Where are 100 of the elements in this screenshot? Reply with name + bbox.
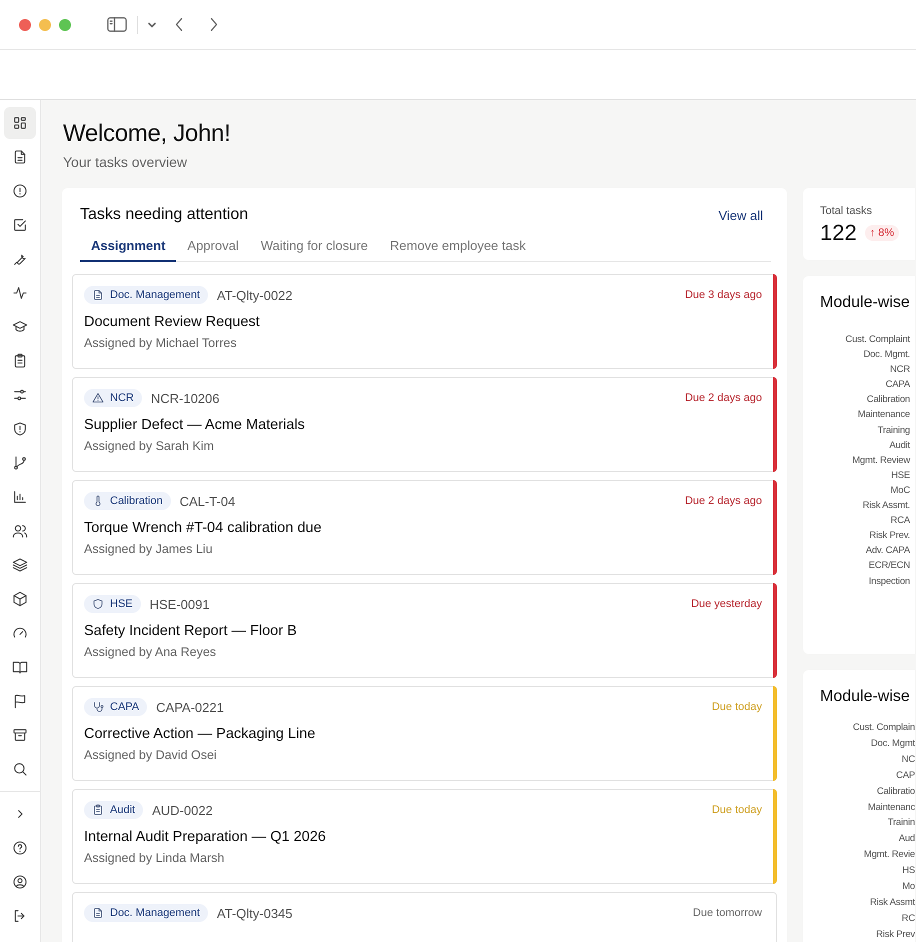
tab[interactable]: Approval <box>176 238 250 262</box>
axis-label: CAP <box>896 768 915 783</box>
axis-label: Cust. Complaint <box>845 333 910 347</box>
module-name: NCR <box>110 392 134 404</box>
axis-label: Aud <box>898 832 915 846</box>
checkbox-icon <box>12 217 28 233</box>
axis-label: Trainin <box>888 816 915 830</box>
module-name: CAPA <box>110 701 140 713</box>
document-icon <box>92 907 104 919</box>
tab[interactable]: Assignment <box>80 238 176 262</box>
module-name: Doc. Management <box>110 907 200 919</box>
axis-label: NCR <box>890 363 910 378</box>
axis-label: NC <box>902 752 915 767</box>
bar-chart-icon <box>12 489 28 505</box>
clipboard-icon <box>92 804 104 816</box>
archive-icon <box>12 727 28 743</box>
task-code: NCR-10206 <box>150 390 220 406</box>
assigned-by: Assigned by Michael Torres <box>84 336 238 350</box>
shield-icon <box>92 598 104 610</box>
module-name: Calibration <box>110 495 163 507</box>
page-subtitle: Your tasks overview <box>63 154 188 170</box>
task-card[interactable]: NCR NCR-10206 Due 2 days ago Supplier Defect — Acme Materials Assigned by Sarah Kim <box>72 377 777 472</box>
axis-label: HSE <box>891 468 910 483</box>
task-code: AT-Qlty-0022 <box>216 288 293 302</box>
task-card[interactable]: Calibration CAL-T-04 Due 2 days ago Torque Wrench #T-04 calibration due Assigned by James Liu <box>72 480 777 575</box>
axis-label: Inspection <box>868 574 910 588</box>
module-name: Audit <box>110 804 136 816</box>
stat-label: Total tasks <box>820 205 873 217</box>
task-code: HSE-0091 <box>150 596 210 612</box>
axis-label: HS <box>902 864 915 878</box>
stat-value: 122 <box>820 220 857 246</box>
pulse-icon <box>12 285 28 301</box>
shield-icon <box>12 421 28 437</box>
task-title: Safety Incident Report — Floor B <box>84 623 298 639</box>
alert-circle-icon <box>12 183 28 199</box>
book-icon <box>12 659 28 675</box>
help-icon[interactable] <box>12 840 28 856</box>
tab[interactable]: Remove employee task <box>378 238 537 262</box>
stethoscope-icon <box>92 701 104 713</box>
back-icon[interactable] <box>174 16 184 33</box>
axis-label: Risk Assmt. <box>862 499 910 514</box>
due-date: Due today <box>712 701 762 713</box>
box-icon <box>12 591 28 607</box>
axis-label: Doc. Mgmt. <box>863 348 910 362</box>
axis-label: Adv. CAPA <box>866 544 910 558</box>
card-title: Module-wise <box>820 688 911 706</box>
task-code: AT-Qlty-0345 <box>216 906 293 920</box>
axis-label: Risk Prev. <box>869 529 910 544</box>
axis-label: Risk Assmt <box>870 896 915 910</box>
task-card[interactable]: Doc. Management AT-Qlty-0022 Due 3 days ago Document Review Request Assigned by Michael Torres <box>72 274 777 369</box>
document-icon <box>92 289 104 301</box>
task-title: Torque Wrench #T-04 calibration due <box>84 520 323 536</box>
axis-label: Audit <box>889 438 910 453</box>
axis-label: Calibratio <box>876 784 915 799</box>
axis-label: Mgmt. Review <box>852 454 910 468</box>
task-title: Internal Audit Preparation — Q1 2026 <box>84 829 327 845</box>
due-date: Due today <box>712 804 762 816</box>
axis-label: Mo <box>902 880 915 894</box>
assigned-by: Assigned by Linda Marsh <box>84 851 226 865</box>
document-icon <box>12 149 28 165</box>
axis-label: MoC <box>890 484 910 498</box>
due-date: Due yesterday <box>691 598 762 610</box>
due-date: Due 2 days ago <box>684 392 762 404</box>
page-title: Welcome, John! <box>63 120 232 148</box>
due-date: Due 2 days ago <box>684 495 762 507</box>
assigned-by: Assigned by Ana Reyes <box>84 645 218 659</box>
close-window-button[interactable] <box>19 18 31 30</box>
due-date: Due 3 days ago <box>684 289 762 301</box>
task-card[interactable]: Doc. Management AT-Qlty-0345 Due tomorrow <box>72 892 777 942</box>
task-code: AUD-0022 <box>152 802 213 818</box>
panel-title: Tasks needing attention <box>80 206 248 224</box>
module-name: Doc. Management <box>110 289 200 301</box>
task-title: Supplier Defect — Acme Materials <box>84 417 306 433</box>
sidebar-toggle-icon[interactable] <box>107 16 127 33</box>
task-code: CAPA-0221 <box>156 700 224 714</box>
assigned-by: Assigned by James Liu <box>84 542 214 556</box>
task-title: Corrective Action — Packaging Line <box>84 726 316 742</box>
layers-icon <box>12 557 28 573</box>
axis-label: Cust. Complain <box>852 721 915 735</box>
task-card[interactable]: Audit AUD-0022 Due today Internal Audit Preparation — Q1 2026 Assigned by Linda Marsh <box>72 789 777 884</box>
branch-icon <box>12 455 28 471</box>
task-card[interactable]: HSE HSE-0091 Due yesterday Safety Incident Report — Floor B Assigned by Ana Reyes <box>72 583 777 678</box>
user-account-icon[interactable] <box>12 874 28 890</box>
view-all-link[interactable]: View all <box>718 208 763 222</box>
due-date: Due tomorrow <box>692 907 762 919</box>
warning-icon <box>92 392 104 404</box>
sidebar-item[interactable] <box>4 107 36 139</box>
axis-label: ECR/ECN <box>868 559 910 574</box>
axis-label: Maintenanc <box>868 800 915 815</box>
axis-label: Doc. Mgmt <box>870 736 915 751</box>
tab[interactable]: Waiting for closure <box>250 238 379 262</box>
axis-label: Risk Prev <box>876 928 915 942</box>
axis-label: CAPA <box>886 378 910 392</box>
axis-label: Calibration <box>866 393 910 408</box>
clipboard-icon <box>12 353 28 369</box>
axis-label: RC <box>902 912 915 926</box>
assigned-by: Assigned by David Osei <box>84 748 218 762</box>
axis-label: Maintenance <box>858 408 910 422</box>
task-card[interactable]: CAPA CAPA-0221 Due today Corrective Action — Packaging Line Assigned by David Osei <box>72 686 777 781</box>
forward-icon[interactable] <box>209 16 219 33</box>
